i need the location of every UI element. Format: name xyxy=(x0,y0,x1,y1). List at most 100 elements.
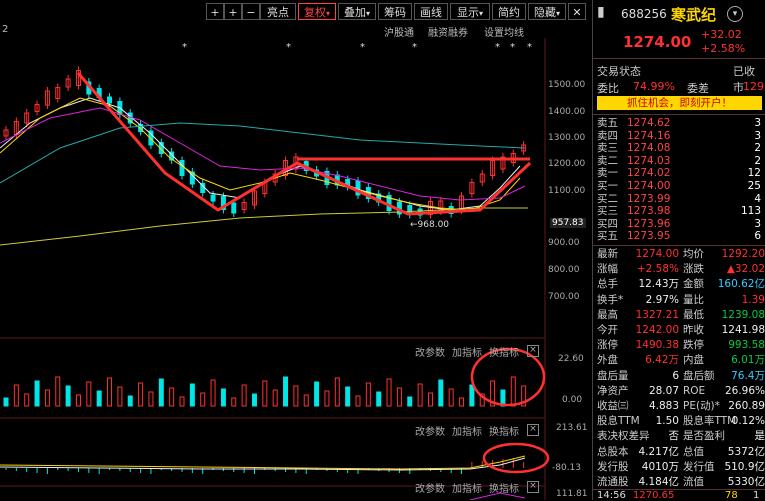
bottom-change-params[interactable]: 改参数 xyxy=(415,480,445,495)
volume-bar xyxy=(231,397,237,407)
zoom-in-button[interactable]: + xyxy=(224,3,242,20)
volume-bar xyxy=(345,386,351,407)
svg-text:*: * xyxy=(527,42,532,53)
trend-drawing-left xyxy=(76,72,532,216)
volume-bar xyxy=(117,386,123,407)
macd-switch-indicator[interactable]: 换指标 xyxy=(489,423,519,438)
price-axis-800: 800.00 xyxy=(548,265,580,275)
vol-axis-top: 22.60 xyxy=(558,354,584,364)
stock-code: 688256 xyxy=(621,7,667,21)
volume-bar xyxy=(251,393,257,407)
volume-bar xyxy=(510,376,516,407)
stat-label: 最高 xyxy=(597,308,618,321)
ask-row[interactable]: 卖五 1274.62 3 xyxy=(597,117,765,130)
stat-label: 涨停 xyxy=(597,339,618,352)
ma-line-teal xyxy=(0,122,526,184)
volume-bar xyxy=(283,376,289,407)
bottom-switch-indicator[interactable]: 换指标 xyxy=(489,480,519,495)
order-price: 1273.96 xyxy=(627,217,671,230)
order-volume: 3 xyxy=(754,217,761,230)
ask-row[interactable]: 卖一 1274.02 12 xyxy=(597,167,765,180)
volume-bar xyxy=(386,378,392,407)
bid-row[interactable]: 买一 1274.00 25 xyxy=(597,180,765,193)
submenu-ma-settings[interactable]: 设置均线 xyxy=(484,24,524,39)
stat-value: 28.07 xyxy=(648,384,679,397)
price-change: +32.02 xyxy=(701,28,742,41)
bid-row[interactable]: 买四 1273.96 3 xyxy=(597,218,765,231)
stat-value: 76.4万 xyxy=(731,369,765,382)
volume-bar xyxy=(44,389,50,407)
order-level-label: 买五 xyxy=(597,230,618,243)
chips-button[interactable]: 筹码 xyxy=(378,3,412,20)
macd-add-indicator[interactable]: 加指标 xyxy=(452,423,482,438)
svg-text:*: * xyxy=(495,42,500,53)
simple-button[interactable]: 简约 xyxy=(492,3,526,20)
submenu-hk-connect[interactable]: 沪股通 xyxy=(384,24,414,39)
vol-change-params[interactable]: 改参数 xyxy=(415,344,445,359)
vol-close-icon[interactable]: × xyxy=(527,345,539,357)
volume-bar xyxy=(262,380,268,407)
order-price: 1274.00 xyxy=(627,180,671,192)
submenu-margin[interactable]: 融资融券 xyxy=(428,24,468,39)
order-volume: 2 xyxy=(754,154,761,167)
bid-row[interactable]: 买三 1273.98 113 xyxy=(597,205,765,218)
open-account-banner[interactable]: 抓住机会，即刻开户！ xyxy=(597,96,762,110)
menu-icon[interactable]: ▮ xyxy=(597,4,605,20)
close-icon[interactable]: ✕ xyxy=(568,3,586,20)
tick-dir: 1 xyxy=(753,490,760,501)
price-axis-900: 900.00 xyxy=(548,238,580,248)
highlight-button[interactable]: 亮点 xyxy=(260,3,296,20)
stat-label: 盘后额 xyxy=(683,369,715,382)
bottom-close-icon[interactable]: × xyxy=(527,481,539,493)
stat-row: 今开 1242.00 昨收 1241.98 xyxy=(597,324,765,337)
ask-row[interactable]: 卖四 1274.16 3 xyxy=(597,130,765,143)
ask-row[interactable]: 卖二 1274.03 2 xyxy=(597,155,765,168)
stat-row: 涨幅 +2.58% 涨跌 ▲32.02 xyxy=(597,263,765,276)
weicha-label: 委差 xyxy=(687,82,709,95)
stat-label: 总手 xyxy=(597,278,618,291)
stat-label: 外盘 xyxy=(597,354,618,367)
overlay-button[interactable]: 叠加▾ xyxy=(338,3,376,20)
order-level-label: 卖三 xyxy=(597,142,618,155)
prev-button[interactable]: + xyxy=(206,3,224,20)
order-level-label: 卖一 xyxy=(597,167,618,180)
order-price: 1274.16 xyxy=(627,129,671,142)
vol-add-indicator[interactable]: 加指标 xyxy=(452,344,482,359)
bottom-add-indicator[interactable]: 加指标 xyxy=(452,480,482,495)
draw-line-button[interactable]: 画线 xyxy=(414,3,448,20)
price-axis-1400: 1400.00 xyxy=(548,107,586,117)
volume-bar xyxy=(459,397,465,407)
stat-value: 1.39 xyxy=(741,293,765,306)
zoom-out-button[interactable]: − xyxy=(242,3,260,20)
volume-bar xyxy=(86,381,92,407)
vol-switch-indicator[interactable]: 换指标 xyxy=(489,344,519,359)
volume-bar xyxy=(169,387,175,407)
stat-label: 今开 xyxy=(597,324,618,336)
volume-bar xyxy=(417,383,423,407)
stat-label: 内盘 xyxy=(683,354,704,367)
submenu-left: 2 xyxy=(2,24,9,35)
stat-label: 量比 xyxy=(683,293,704,306)
quote-panel: ▮ 688256 寒武纪 ▾ 1274.00 +32.02 +2.58% 交易状… xyxy=(592,0,765,501)
stat-row: 盘后量 6 盘后额 76.4万 xyxy=(597,370,765,383)
volume-bar xyxy=(3,397,9,407)
tick-price: 1270.65 xyxy=(633,490,675,501)
volume-bar xyxy=(179,396,185,407)
bid-row[interactable]: 买二 1273.99 4 xyxy=(597,193,765,206)
volume-bar xyxy=(220,388,226,407)
adjust-price-button[interactable]: 复权▾ xyxy=(298,3,336,20)
volume-bar xyxy=(396,387,402,407)
ask-row[interactable]: 卖三 1274.08 2 xyxy=(597,142,765,155)
stat-label: 总值 xyxy=(683,445,704,458)
display-button[interactable]: 显示▾ xyxy=(450,3,490,20)
bid-row[interactable]: 买五 1273.95 6 xyxy=(597,230,765,243)
hide-button[interactable]: 隐藏▾ xyxy=(528,3,566,20)
more-icon[interactable]: ▾ xyxy=(727,6,743,22)
adjust-price-label: 复权 xyxy=(303,6,326,19)
volume-bar xyxy=(407,396,413,407)
macd-close-icon[interactable]: × xyxy=(527,424,539,436)
stat-value: 4.883 xyxy=(648,400,679,412)
display-label: 显示 xyxy=(456,6,479,19)
macd-change-params[interactable]: 改参数 xyxy=(415,423,445,438)
weibi-value: 74.99% xyxy=(633,80,675,93)
